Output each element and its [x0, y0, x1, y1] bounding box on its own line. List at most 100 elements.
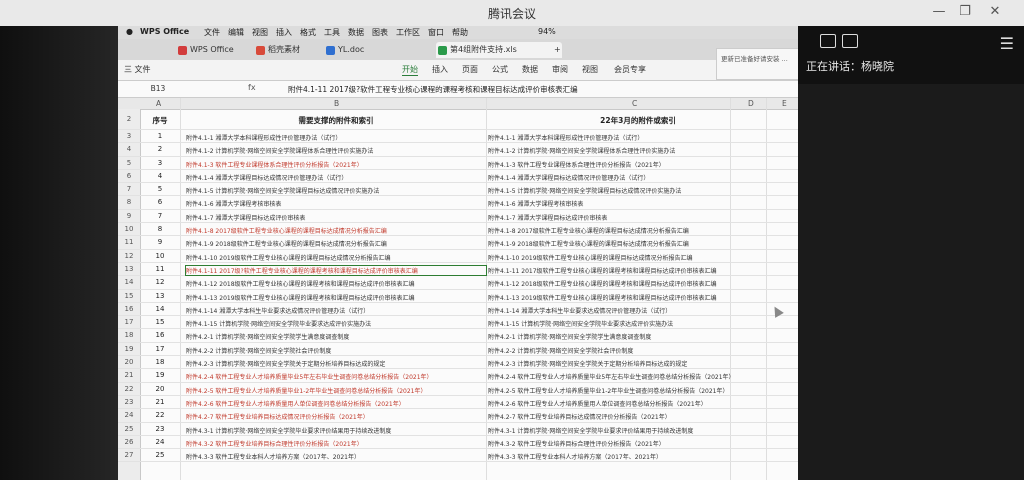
cell-a[interactable]: 23	[140, 425, 180, 433]
tab-formula[interactable]: 公式	[492, 64, 508, 75]
cell-b[interactable]: 附件4.1-10 2019级软件工程专业核心课程的课程目标达成情况分析报告汇编	[186, 253, 486, 262]
cell-b[interactable]: 附件4.2-5 软件工程专业人才培养质量毕业1-2年毕业生调查问卷总结分析报告（…	[186, 386, 486, 395]
menu-item[interactable]: 窗口	[428, 27, 444, 38]
cell-b[interactable]: 附件4.1-1 湘潭大学本科课程形成性评价管理办法（试行）	[186, 133, 486, 142]
update-notice[interactable]: 更新已准备好请安装 ...	[716, 48, 798, 80]
cell-c[interactable]: 附件4.1-1 湘潭大学本科课程形成性评价管理办法（试行）	[488, 133, 788, 142]
cell-c[interactable]: 附件4.3-1 计算机学院·网络空间安全学院毕业要求评价结果用于持续改进制度	[488, 426, 788, 435]
minimize-icon[interactable]: —	[928, 3, 950, 21]
cell-a[interactable]: 5	[140, 185, 180, 193]
cell-b[interactable]: 附件4.1-6 湘潭大学课程考核审核表	[186, 199, 486, 208]
menu-item[interactable]: 文件	[204, 27, 220, 38]
cell-b[interactable]: 附件4.3-1 计算机学院·网络空间安全学院毕业要求评价结果用于持续改进制度	[186, 426, 486, 435]
cell-b[interactable]: 附件4.2-4 软件工程专业人才培养质量毕业5年左右毕业生调查问卷总结分析报告（…	[186, 372, 486, 381]
cell-c[interactable]: 附件4.1-7 湘潭大学课程目标达成评价审核表	[488, 213, 788, 222]
cell-a[interactable]: 6	[140, 198, 180, 206]
menu-item[interactable]: 图表	[372, 27, 388, 38]
cell-a[interactable]: 18	[140, 358, 180, 366]
menu-item[interactable]: 数据	[348, 27, 364, 38]
cell-a[interactable]: 10	[140, 252, 180, 260]
cell-a[interactable]: 13	[140, 292, 180, 300]
cell-b[interactable]: 附件4.3-2 软件工程专业培养目标合理性评价分析报告（2021年）	[186, 439, 486, 448]
column-header[interactable]: D	[748, 99, 754, 108]
cell-b[interactable]: 附件4.2-7 软件工程专业培养目标达成情况评价分析报告（2021年）	[186, 412, 486, 421]
cell-c[interactable]: 附件4.1-11 2017级软件工程专业核心课程的课程考核和课程目标达成评价审核…	[488, 266, 788, 275]
cell-a[interactable]: 14	[140, 305, 180, 313]
cell-b[interactable]: 附件4.1-14 湘潭大学本科生毕业要求达成情况评价管理办法（试行）	[186, 306, 486, 315]
column-header[interactable]: C	[632, 99, 637, 108]
cell-c[interactable]: 附件4.1-12 2018级软件工程专业核心课程的课程考核和课程目标达成评价审核…	[488, 279, 788, 288]
cell-c[interactable]: 附件4.2-7 软件工程专业培养目标达成情况评价分析报告（2021年）	[488, 412, 788, 421]
cell-c[interactable]: 附件4.2-2 计算机学院·网络空间安全学院社会评价制度	[488, 346, 788, 355]
column-header[interactable]: A	[156, 99, 161, 108]
cell-a[interactable]: 19	[140, 371, 180, 379]
fx-icon[interactable]: fx	[248, 83, 256, 92]
cell-c[interactable]: 附件4.1-3 软件工程专业课程体系合理性评价分析报告（2021年）	[488, 160, 788, 169]
tab-yl-doc[interactable]: YL.doc	[324, 42, 448, 58]
cell-a[interactable]: 20	[140, 385, 180, 393]
cell-a[interactable]: 16	[140, 331, 180, 339]
cell-b[interactable]: 附件4.1-9 2018级软件工程专业核心课程的课程目标达成情况分析报告汇编	[186, 239, 486, 248]
file-menu[interactable]: 三 文件	[124, 64, 151, 75]
menu-item[interactable]: 编辑	[228, 27, 244, 38]
new-tab-button[interactable]: +	[554, 42, 566, 58]
cell-b[interactable]: 附件4.1-7 湘潭大学课程目标达成评价审核表	[186, 213, 486, 222]
tab-page[interactable]: 页面	[462, 64, 478, 75]
cell-b[interactable]: 附件4.1-13 2019级软件工程专业核心课程的课程考核和课程目标达成评价审核…	[186, 293, 486, 302]
column-header[interactable]: E	[782, 99, 787, 108]
column-header[interactable]: B	[334, 99, 339, 108]
cell-a[interactable]: 4	[140, 172, 180, 180]
cell-b[interactable]: 附件4.1-8 2017级软件工程专业核心课程的课程目标达成情况分析报告汇编	[186, 226, 486, 235]
cell-c[interactable]: 附件4.2-5 软件工程专业人才培养质量毕业1-2年毕业生调查问卷总结分析报告（…	[488, 386, 788, 395]
tab-home[interactable]: 开始	[402, 64, 418, 76]
tab-wps-office[interactable]: WPS Office	[176, 42, 258, 58]
cell-c[interactable]: 附件4.2-1 计算机学院·网络空间安全学院学生满意度调查制度	[488, 332, 788, 341]
cell-c[interactable]: 附件4.2-3 计算机学院·网络空间安全学院关于定期分析培养目标达成的规定	[488, 359, 788, 368]
cell-a[interactable]: 22	[140, 411, 180, 419]
cell-a[interactable]: 11	[140, 265, 180, 273]
cell-b[interactable]: 附件4.1-12 2018级软件工程专业核心课程的课程考核和课程目标达成评价审核…	[186, 279, 486, 288]
formula-content[interactable]: 附件4.1-11 2017级?软件工程专业核心课程的课程考核和课程目标达成评价审…	[288, 84, 578, 95]
app-menu[interactable]: WPS Office	[140, 27, 189, 36]
maximize-icon[interactable]: ❐	[954, 3, 976, 21]
cell-c[interactable]: 附件4.1-8 2017级软件工程专业核心课程的课程目标达成情况分析报告汇编	[488, 226, 788, 235]
cell-a[interactable]: 2	[140, 145, 180, 153]
cell-c[interactable]: 附件4.1-9 2018级软件工程专业核心课程的课程目标达成情况分析报告汇编	[488, 239, 788, 248]
cell-c[interactable]: 附件4.1-6 湘潭大学课程考核审核表	[488, 199, 788, 208]
cell-b[interactable]: 附件4.1-3 软件工程专业课程体系合理性评价分析报告（2021年）	[186, 160, 486, 169]
menu-item[interactable]: 工具	[324, 27, 340, 38]
cell-b[interactable]: 附件4.1-11 2017级?软件工程专业核心课程的课程考核和课程目标达成评价审…	[185, 264, 487, 276]
menu-item[interactable]: 插入	[276, 27, 292, 38]
cell-b[interactable]: 附件4.1-15 计算机学院·网络空间安全学院毕业要求达成评价实施办法	[186, 319, 486, 328]
gallery-view-icon[interactable]	[820, 34, 836, 48]
header-cell-a[interactable]: 序号	[140, 115, 180, 126]
menu-item[interactable]: 格式	[300, 27, 316, 38]
cell-b[interactable]: 附件4.3-3 软件工程专业本科人才培养方案（2017年、2021年）	[186, 452, 486, 461]
cell-b[interactable]: 附件4.2-1 计算机学院·网络空间安全学院学生满意度调查制度	[186, 332, 486, 341]
tab-active-xls[interactable]: 第4组附件支持.xls	[436, 42, 562, 58]
cell-a[interactable]: 9	[140, 238, 180, 246]
cell-b[interactable]: 附件4.2-2 计算机学院·网络空间安全学院社会评价制度	[186, 346, 486, 355]
cell-a[interactable]: 25	[140, 451, 180, 459]
menu-icon[interactable]: ☰	[1000, 34, 1014, 53]
tab-review[interactable]: 审阅	[552, 64, 568, 75]
cell-c[interactable]: 附件4.1-2 计算机学院·网络空间安全学院课程体系合理性评价实施办法	[488, 146, 788, 155]
cell-c[interactable]: 附件4.3-2 软件工程专业培养目标合理性评价分析报告（2021年）	[488, 439, 788, 448]
menu-item[interactable]: 工作区	[396, 27, 420, 38]
cell-a[interactable]: 7	[140, 212, 180, 220]
cell-c[interactable]: 附件4.1-13 2019级软件工程专业核心课程的课程考核和课程目标达成评价审核…	[488, 293, 788, 302]
cell-c[interactable]: 附件4.2-6 软件工程专业人才培养质量用人单位调查问卷总结分析报告（2021年…	[488, 399, 788, 408]
cell-c[interactable]: 附件4.1-4 湘潭大学课程目标达成情况评价管理办法（试行）	[488, 173, 788, 182]
menu-item[interactable]: 帮助	[452, 27, 468, 38]
cell-c[interactable]: 附件4.1-15 计算机学院·网络空间安全学院毕业要求达成评价实施办法	[488, 319, 788, 328]
cell-b[interactable]: 附件4.1-4 湘潭大学课程目标达成情况评价管理办法（试行）	[186, 173, 486, 182]
cell-c[interactable]: 附件4.3-3 软件工程专业本科人才培养方案（2017年、2021年）	[488, 452, 788, 461]
tab-insert[interactable]: 插入	[432, 64, 448, 75]
cell-c[interactable]: 附件4.1-14 湘潭大学本科生毕业要求达成情况评价管理办法（试行）	[488, 306, 788, 315]
cell-c[interactable]: 附件4.1-5 计算机学院·网络空间安全学院课程目标达成情况评价实施办法	[488, 186, 788, 195]
tab-daoke[interactable]: 稻壳素材	[254, 42, 326, 58]
tab-member[interactable]: 会员专享	[614, 64, 646, 75]
cell-b[interactable]: 附件4.1-2 计算机学院·网络空间安全学院课程体系合理性评价实施办法	[186, 146, 486, 155]
cell-a[interactable]: 24	[140, 438, 180, 446]
apple-icon[interactable]: ●	[126, 27, 133, 36]
